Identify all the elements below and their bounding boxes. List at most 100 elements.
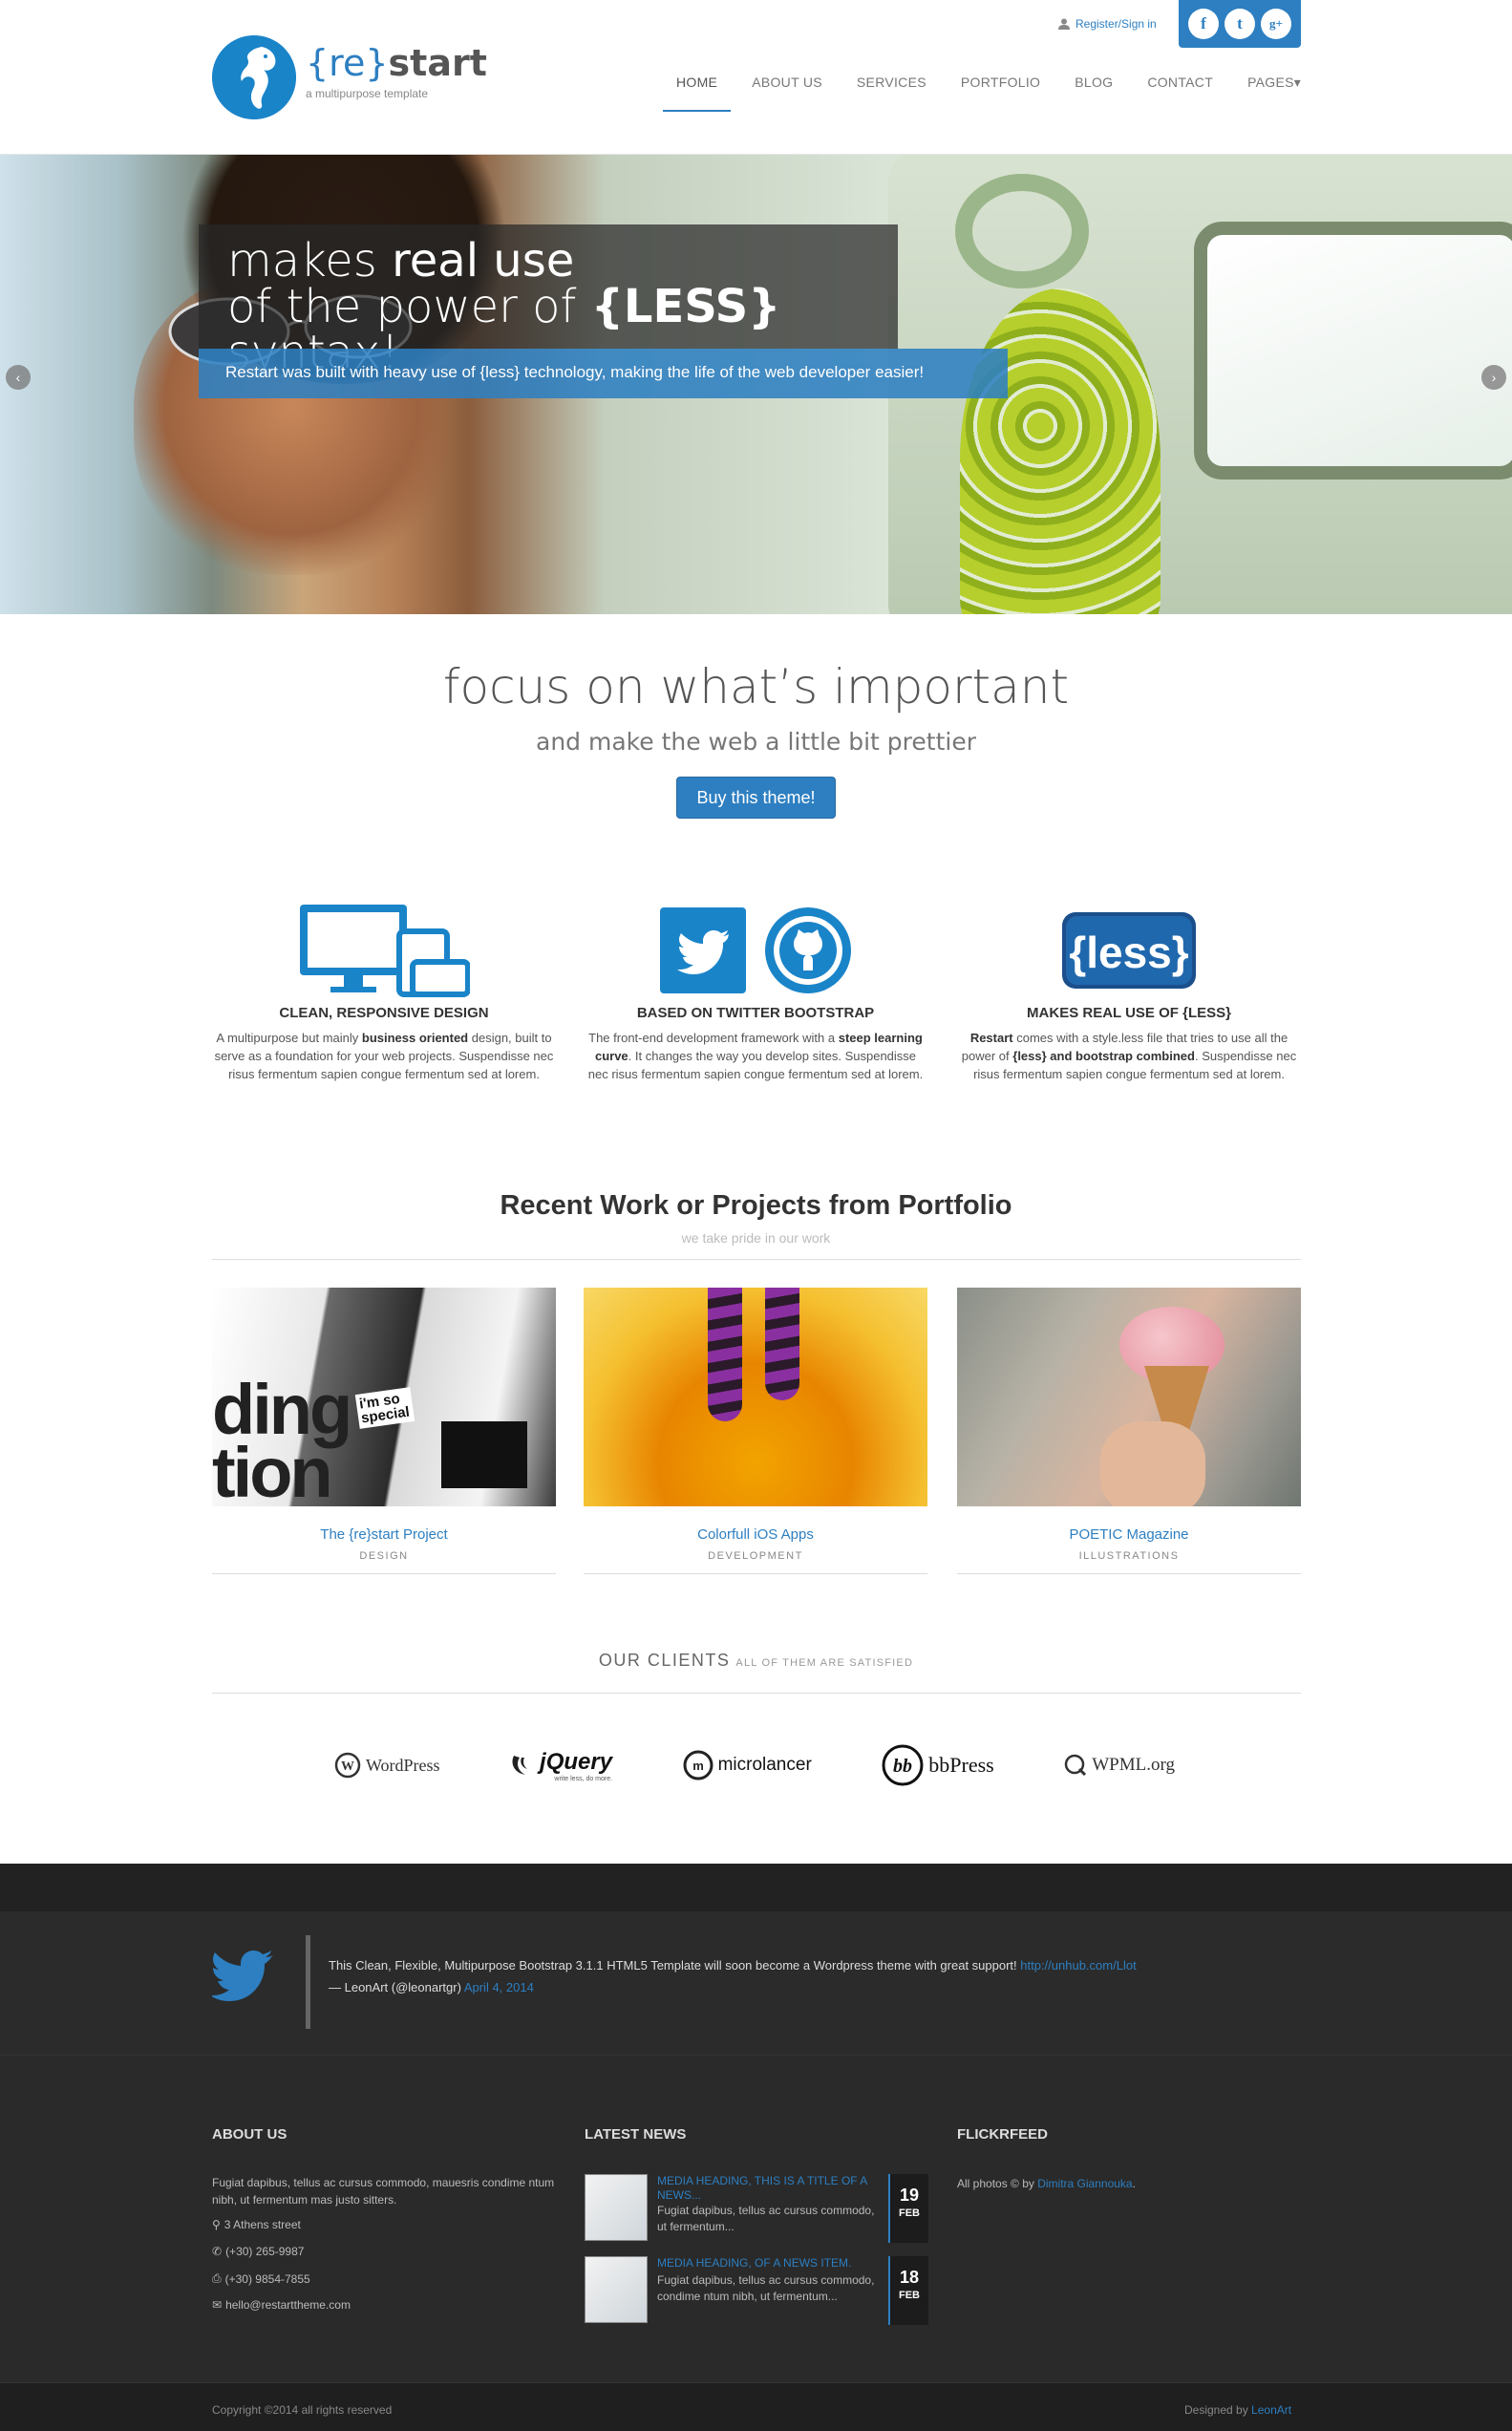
jquery-swoosh-icon (512, 1756, 528, 1775)
devices-icon (212, 898, 556, 1003)
register-link[interactable]: Register/Sign in (1058, 17, 1157, 31)
github-icon (765, 907, 851, 993)
address-text: 3 Athens street (224, 2218, 301, 2231)
intro-title: focus on what’s important (442, 659, 1070, 714)
feature-less: {less} MAKES REAL USE OF {LESS} Restart … (957, 898, 1301, 1083)
news-heading[interactable]: MEDIA HEADING, OF A NEWS ITEM. (657, 2256, 879, 2271)
feature-title: CLEAN, RESPONSIVE DESIGN (279, 1005, 489, 1021)
svg-text:m: m (692, 1759, 704, 1773)
portfolio-item-title[interactable]: POETIC Magazine (957, 1526, 1301, 1543)
twitter-bird-icon[interactable] (212, 1949, 273, 2002)
news-item[interactable]: MEDIA HEADING, OF A NEWS ITEM. Fugiat da… (585, 2256, 928, 2325)
wpml-logo[interactable]: WPML.org (1064, 1754, 1175, 1777)
portfolio-image-exhibition[interactable]: ding tion i'm so special (212, 1288, 556, 1506)
nav-home[interactable]: HOME (659, 67, 735, 112)
wpml-icon (1064, 1754, 1087, 1777)
news-excerpt: Fugiat dapibus, tellus ac cursus commodo… (657, 2273, 875, 2303)
hero-photo-surfboard (960, 288, 1161, 614)
footer-about-text: Fugiat dapibus, tellus ac cursus commodo… (212, 2176, 555, 2207)
feature-text-part: The front-end development framework with… (588, 1031, 839, 1045)
news-thumbnail[interactable] (585, 2256, 648, 2323)
nav-services[interactable]: SERVICES (840, 67, 944, 112)
feature-title: BASED ON TWITTER BOOTSTRAP (636, 1005, 875, 1021)
feature-icons (584, 898, 927, 1003)
svg-text:W: W (341, 1759, 354, 1774)
feature-text-bold: business oriented (361, 1031, 469, 1045)
striped-sock-right (765, 1288, 799, 1400)
bbpress-logo[interactable]: bb bbPress (882, 1744, 994, 1786)
nav-blog[interactable]: BLOG (1057, 67, 1130, 112)
tweet-author: — LeonArt (@leonartgr) (329, 1980, 461, 1994)
portfolio-item[interactable]: ding tion i'm so special The {re}start Pr… (212, 1288, 556, 1574)
news-item[interactable]: MEDIA HEADING, THIS IS A TITLE OF A NEWS… (585, 2174, 928, 2243)
hero-caption: makes real use of the power of {LESS} sy… (199, 224, 898, 375)
tweet-meta: — LeonArt (@leonartgr) April 4, 2014 (329, 1976, 1137, 1998)
feature-title: MAKES REAL USE OF {LESS} (1027, 1005, 1231, 1021)
clients-logos: W WordPress jQuery write less, do more. m… (334, 1744, 1175, 1786)
clients-title-text: OUR CLIENTS (598, 1651, 731, 1670)
portfolio-item-title[interactable]: Colorfull iOS Apps (584, 1526, 927, 1543)
portfolio-item-category: DESIGN (359, 1550, 409, 1562)
footer-news-title: LATEST NEWS (585, 2126, 687, 2143)
tweet-link[interactable]: http://unhub.com/Llot (1020, 1958, 1136, 1973)
twitter-square-icon (660, 907, 746, 993)
less-logo-text: {less} (1069, 928, 1188, 977)
slider-next-button[interactable]: › (1481, 365, 1506, 390)
hero-headline-1: makes real use (227, 238, 869, 284)
nav-pages-dropdown[interactable]: PAGES▾ (1230, 67, 1318, 112)
bbpress-icon: bb (882, 1744, 924, 1786)
tweet: This Clean, Flexible, Multipurpose Boots… (329, 1954, 1137, 1998)
news-month: FEB (899, 2290, 920, 2301)
flickr-author-link[interactable]: Dimitra Giannouka (1037, 2177, 1132, 2190)
google-plus-icon[interactable]: g+ (1261, 9, 1291, 39)
tweet-date-link[interactable]: April 4, 2014 (464, 1980, 534, 1994)
facebook-icon[interactable]: f (1188, 9, 1219, 39)
footer-address: ⚲ 3 Athens street (212, 2218, 301, 2231)
feature-bootstrap: BASED ON TWITTER BOOTSTRAP The front-end… (584, 898, 927, 1083)
portfolio-item-divider (212, 1573, 556, 1574)
feature-text-bold: Restart (969, 1031, 1013, 1045)
less-logo-icon: {less} (957, 898, 1301, 1003)
news-day: 18 (899, 2268, 920, 2287)
wordpress-logo[interactable]: W WordPress (334, 1752, 440, 1779)
feature-text-bold: {less} and bootstrap combined (1012, 1049, 1195, 1063)
slider-prev-button[interactable]: ‹ (6, 365, 31, 390)
news-thumbnail[interactable] (585, 2174, 648, 2241)
designer-link[interactable]: LeonArt (1251, 2403, 1291, 2417)
news-heading[interactable]: MEDIA HEADING, THIS IS A TITLE OF A NEWS… (657, 2174, 879, 2203)
social-bar: f t g+ (1179, 0, 1301, 48)
nav-portfolio[interactable]: PORTFOLIO (944, 67, 1057, 112)
logo-wordmark[interactable]: {re}start (306, 42, 487, 84)
exhibition-text-2: tion (212, 1433, 333, 1507)
portfolio-item[interactable]: Colorfull iOS Apps DEVELOPMENT (584, 1288, 927, 1574)
nav-contact[interactable]: CONTACT (1130, 67, 1230, 112)
portfolio-image-icecream[interactable] (957, 1288, 1301, 1506)
feature-text: Restart comes with a style.less file tha… (957, 1029, 1301, 1083)
portfolio-item-divider (957, 1573, 1301, 1574)
portfolio-item[interactable]: POETIC Magazine ILLUSTRATIONS (957, 1288, 1301, 1574)
news-date-badge: 19 FEB (888, 2174, 928, 2243)
svg-text:bb: bb (893, 1756, 912, 1777)
jquery-logo[interactable]: jQuery write less, do more. (510, 1749, 612, 1782)
portfolio-item-title[interactable]: The {re}start Project (212, 1526, 556, 1543)
seahorse-logo-icon[interactable] (212, 35, 296, 119)
news-day: 19 (899, 2186, 920, 2205)
exhibition-sign: i'm so special (354, 1387, 415, 1429)
portfolio-image-leaves[interactable] (584, 1288, 927, 1506)
wordpress-icon: W (334, 1752, 361, 1779)
hero-subtitle: Restart was built with heavy use of {les… (199, 349, 1008, 398)
twitter-icon[interactable]: t (1225, 9, 1255, 39)
print-icon: ⎙ (212, 2271, 222, 2285)
news-excerpt: Fugiat dapibus, tellus ac cursus commodo… (657, 2204, 875, 2233)
microlancer-logo[interactable]: m microlancer (683, 1750, 812, 1781)
portfolio-item-category: ILLUSTRATIONS (1078, 1550, 1180, 1562)
footer-phone: ✆ (+30) 265-9987 (212, 2245, 304, 2258)
clients-divider (212, 1693, 1301, 1694)
feature-responsive: CLEAN, RESPONSIVE DESIGN A multipurpose … (212, 898, 556, 1083)
logo-word: start (388, 42, 487, 84)
buy-theme-button[interactable]: Buy this theme! (676, 777, 836, 819)
microlancer-text: microlancer (717, 1755, 812, 1775)
footer-email[interactable]: ✉ hello@restarttheme.com (212, 2298, 351, 2312)
icecream-hand (1100, 1421, 1205, 1506)
nav-about-us[interactable]: ABOUT US (735, 67, 840, 112)
